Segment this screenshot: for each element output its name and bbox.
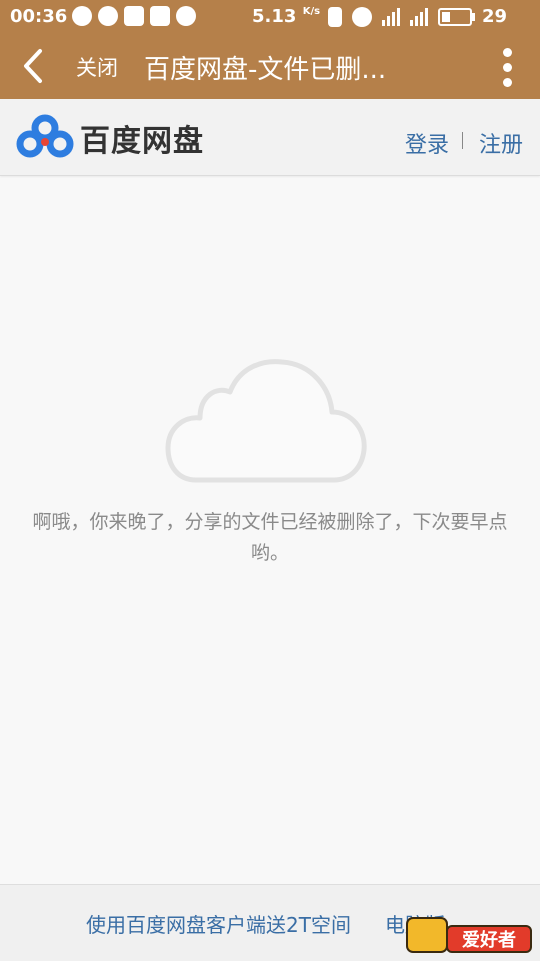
close-button[interactable]: 关闭 bbox=[76, 52, 118, 82]
message-icon bbox=[72, 6, 92, 26]
wechat-icon bbox=[98, 6, 118, 26]
battery-icon bbox=[438, 7, 475, 26]
mail-icon bbox=[124, 6, 144, 26]
status-bar: 00:36 5.13 K/s 29 bbox=[0, 0, 540, 34]
page-title: 百度网盘-文件已删... bbox=[144, 55, 387, 85]
alert-icon bbox=[150, 6, 170, 26]
site-header: 百度网盘 登录 注册 bbox=[0, 99, 540, 176]
signal-3g-icon bbox=[410, 7, 428, 26]
back-button[interactable] bbox=[16, 46, 52, 86]
deleted-file-message: 啊哦，你来晚了，分享的文件已经被删除了，下次要早点哟。 bbox=[32, 511, 508, 564]
watermark-logo: 爱好者 bbox=[406, 917, 532, 953]
client-promo-link[interactable]: 使用百度网盘客户端送2T空间 bbox=[86, 909, 351, 938]
cloud-icon bbox=[165, 359, 367, 483]
status-time: 00:36 bbox=[10, 6, 68, 27]
moon-icon bbox=[176, 6, 196, 26]
alarm-icon bbox=[352, 6, 372, 27]
app-toolbar: 00:36 5.13 K/s 29 关闭 百度网盘-文件已删... bbox=[0, 0, 540, 99]
more-menu-button[interactable] bbox=[496, 46, 520, 90]
logo-text: 百度网盘 bbox=[80, 124, 204, 159]
battery-level: 29 bbox=[482, 6, 508, 27]
signal-4g-icon bbox=[382, 7, 400, 26]
notification-icons bbox=[72, 6, 196, 26]
vibrate-icon bbox=[328, 6, 342, 27]
nav-row: 关闭 百度网盘-文件已删... bbox=[0, 34, 540, 99]
baidu-netdisk-logo-icon bbox=[16, 114, 74, 158]
chevron-left-icon bbox=[24, 49, 42, 83]
link-divider bbox=[462, 132, 463, 149]
login-link[interactable]: 登录 bbox=[405, 127, 449, 159]
status-right-icons: 29 bbox=[328, 6, 507, 27]
network-speed: 5.13 K/s bbox=[252, 6, 321, 27]
register-link[interactable]: 注册 bbox=[479, 127, 523, 159]
svg-text:爱好者: 爱好者 bbox=[462, 929, 516, 951]
